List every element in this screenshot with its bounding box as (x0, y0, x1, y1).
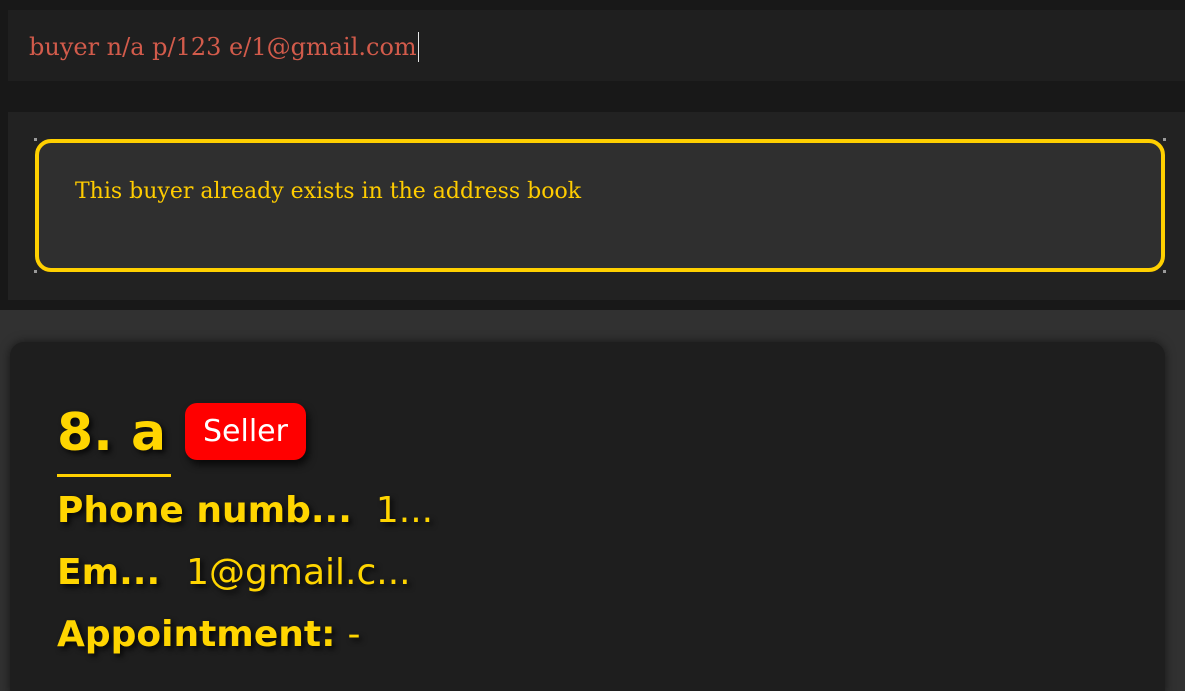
person-card[interactable]: 8. a Seller Phone numb... 1... Em... 1@gma… (10, 342, 1165, 691)
corner-mark (1163, 138, 1166, 141)
phone-value: 1... (375, 490, 434, 531)
text-caret (417, 32, 420, 62)
person-name-row: 8. a (57, 402, 166, 464)
result-message: This buyer already exists in the address… (75, 179, 582, 204)
name-underline (57, 474, 171, 477)
command-input[interactable]: buyer n/a p/123 e/1@gmail.com (29, 32, 420, 62)
person-index-name: 8. a (57, 403, 167, 463)
phone-field: Phone numb... 1... (57, 490, 433, 531)
result-display-box[interactable]: This buyer already exists in the address… (35, 139, 1165, 272)
role-badge: Seller (185, 403, 306, 460)
command-input-text: buyer n/a p/123 e/1@gmail.com (29, 33, 417, 61)
corner-mark (1163, 270, 1166, 273)
command-box[interactable]: buyer n/a p/123 e/1@gmail.com (8, 10, 1185, 81)
appointment-field: Appointment: - (57, 614, 360, 655)
email-value: 1@gmail.c... (186, 552, 411, 593)
appointment-label: Appointment: (57, 614, 336, 655)
email-label: Em... (57, 552, 161, 593)
email-field: Em... 1@gmail.c... (57, 552, 411, 593)
appointment-value: - (347, 614, 361, 655)
corner-mark (34, 138, 37, 141)
corner-mark (34, 270, 37, 273)
phone-label: Phone numb... (57, 490, 352, 531)
